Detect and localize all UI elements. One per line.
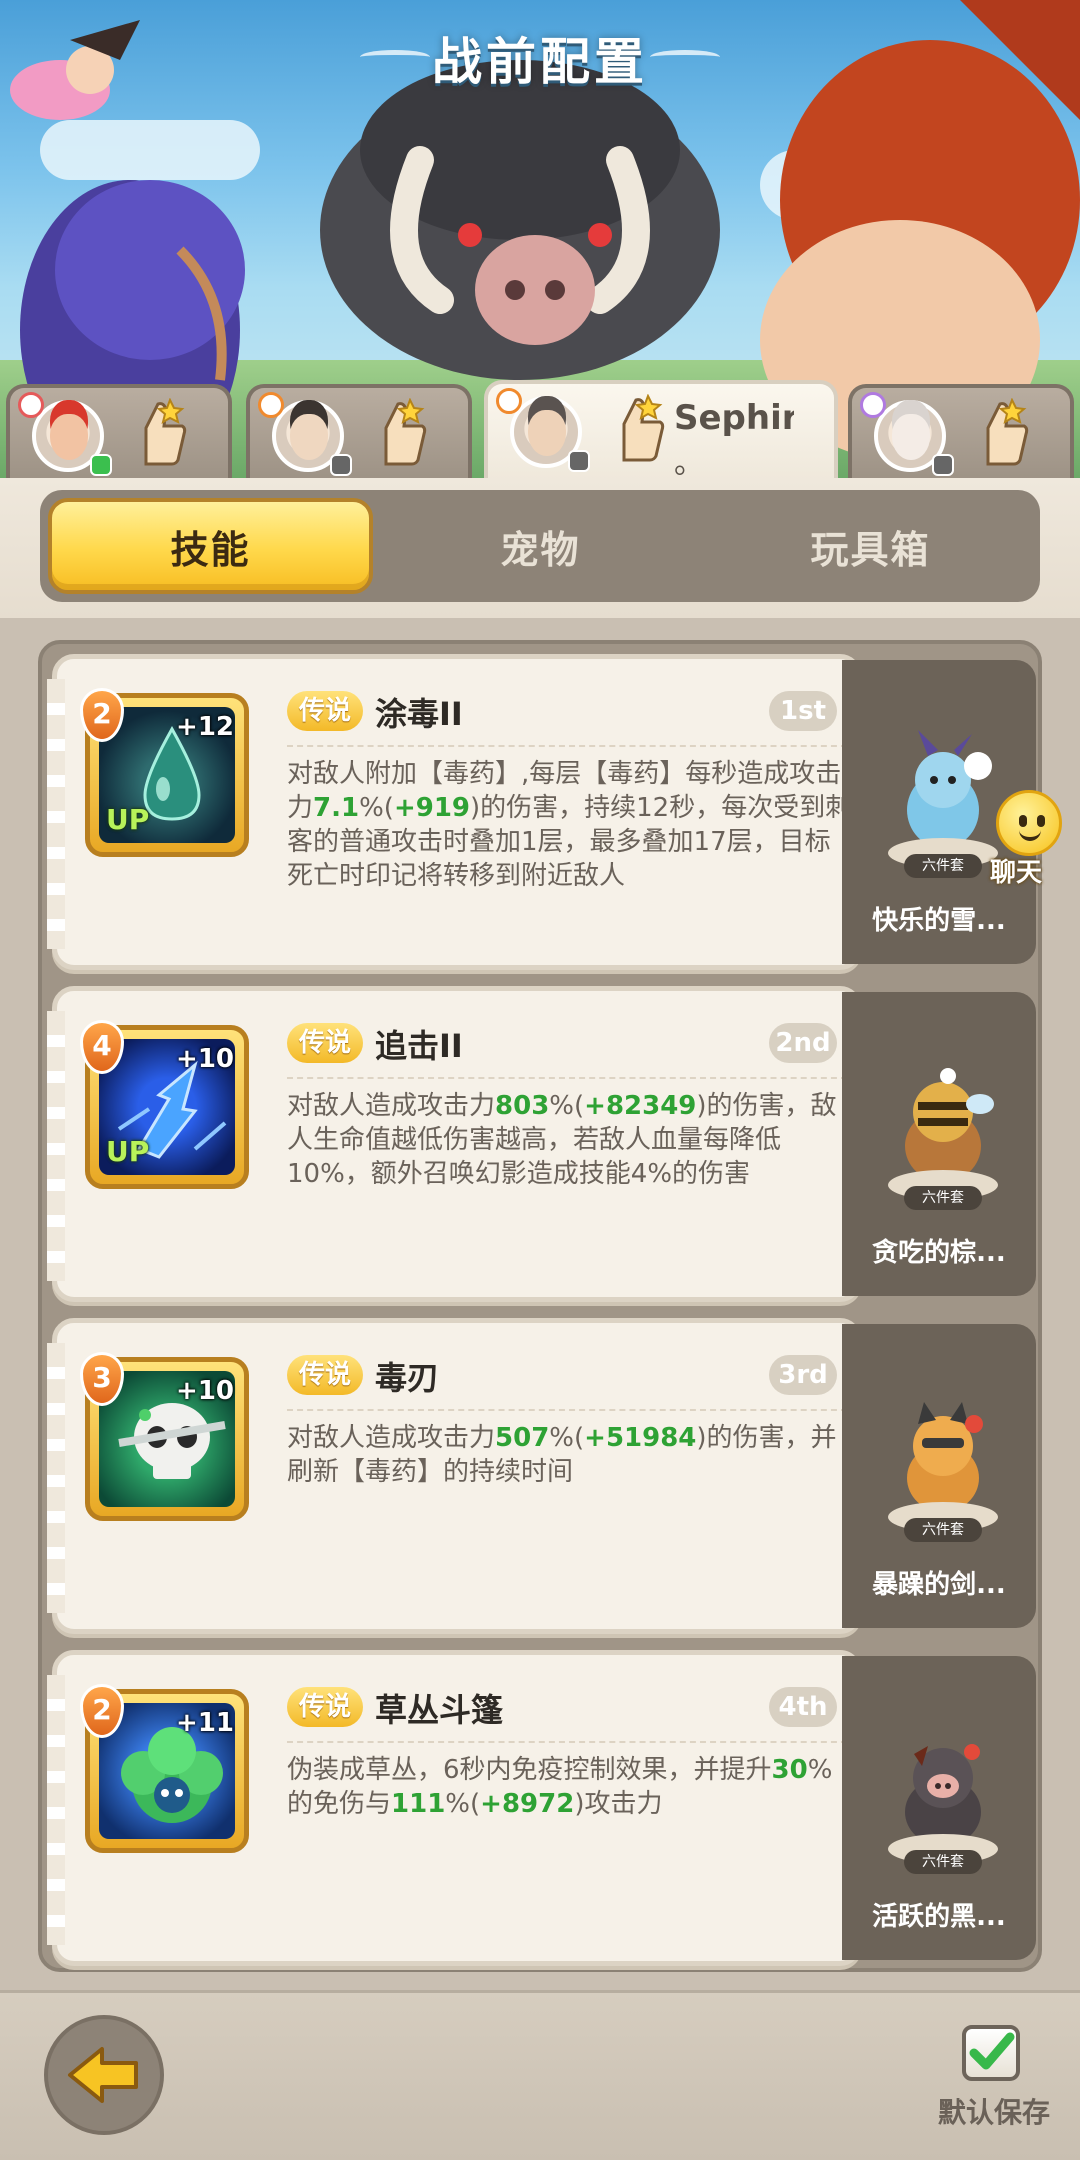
- voice-chat-icon: [90, 454, 112, 476]
- pet-name: 贪吃的棕...: [872, 1238, 1006, 1268]
- skill-card[interactable]: 2 +12 UP 传说 涂毒II 1st 对敌人附加【毒药】,每层【毒药】每秒造…: [47, 654, 867, 970]
- thumbs-up-icon: [622, 394, 665, 462]
- skill-name: 草丛斗篷: [375, 1691, 504, 1729]
- back-button[interactable]: [44, 2015, 164, 2135]
- back-arrow-icon: [68, 2047, 138, 2103]
- tab-pets[interactable]: 宠物: [378, 498, 703, 594]
- rank-icon: [860, 392, 886, 418]
- skill-description: 对敌人附加【毒药】,每层【毒药】每秒造成攻击力7.1%(+919)的伤害，持续1…: [287, 759, 852, 891]
- pet-set-label: 六件套: [904, 1850, 982, 1874]
- bottom-bar: 默认保存: [0, 1990, 1080, 2160]
- skill-card[interactable]: 3 +10 传说 毒刃 3rd 对敌人造成攻击力507%(+51984)的伤害，…: [47, 1318, 867, 1634]
- skill-icon-frame[interactable]: 3 +10: [80, 1352, 249, 1521]
- rarity-badge: 传说: [287, 1355, 364, 1395]
- skill-row: 2 +11 传说 草丛斗篷 4th 伪装成草丛，6秒内免疫控制效果，并提升30%…: [47, 1650, 1036, 1966]
- skill-order-badge: 1st: [769, 691, 837, 731]
- rank-icon: [496, 388, 522, 414]
- skill-card[interactable]: 2 +11 传说 草丛斗篷 4th 伪装成草丛，6秒内免疫控制效果，并提升30%…: [47, 1650, 867, 1966]
- player-name: Sephir..: [674, 398, 794, 438]
- rank-icon: [18, 392, 44, 418]
- pet-set-label: 六件套: [904, 854, 982, 878]
- skill-description: 伪装成草丛，6秒内免疫控制效果，并提升30%的免伤与111%(+8972)攻击力: [287, 1755, 833, 1819]
- skill-icon-frame[interactable]: 2 +12 UP: [80, 688, 249, 857]
- default-save-label: 默认保存: [937, 2096, 1050, 2129]
- skill-order-badge: 3rd: [769, 1355, 837, 1395]
- category-tab-bar: 技能 宠物 玩具箱: [0, 478, 1080, 618]
- voice-chat-icon: [932, 454, 954, 476]
- player-tab-4[interactable]: [848, 384, 1074, 480]
- pet-slot[interactable]: 六件套 活跃的黑...: [842, 1656, 1036, 1960]
- skill-name: 涂毒II: [375, 695, 463, 733]
- player-tab-3[interactable]: Sephir.. 。: [484, 380, 838, 481]
- skill-upgrade-label: UP: [106, 803, 150, 836]
- skill-row: 4 +10 UP 传说 追击II 2nd 对敌人造成攻击力803%(+82349…: [47, 986, 1036, 1302]
- page-title: 战前配置: [432, 33, 648, 91]
- thumbs-up-icon: [384, 398, 427, 466]
- skill-icon-frame[interactable]: 4 +10 UP: [80, 1020, 249, 1189]
- skill-plus-level: +11: [176, 1708, 234, 1738]
- skill-plus-level: +12: [176, 712, 234, 742]
- smiley-face-icon: [996, 790, 1062, 856]
- skill-name: 追击II: [375, 1027, 463, 1065]
- pet-slot[interactable]: 六件套 贪吃的棕...: [842, 992, 1036, 1296]
- player-name-line2: 。: [674, 446, 704, 481]
- skill-description: 对敌人造成攻击力803%(+82349)的伤害，敌人生命值越低伤害越高，若敌人血…: [287, 1091, 837, 1189]
- rarity-badge: 传说: [287, 1687, 364, 1727]
- pet-set-label: 六件套: [904, 1186, 982, 1210]
- voice-chat-icon: [330, 454, 352, 476]
- skill-order-badge: 4th: [769, 1687, 837, 1727]
- skill-name: 毒刃: [375, 1359, 440, 1397]
- pet-name: 暴躁的剑...: [872, 1570, 1006, 1600]
- checkbox-checked-icon[interactable]: [962, 2025, 1020, 2081]
- player-tab-2[interactable]: [246, 384, 472, 480]
- rarity-badge: 传说: [287, 691, 364, 731]
- skill-upgrade-label: UP: [106, 1135, 150, 1168]
- skill-row: 3 +10 传说 毒刃 3rd 对敌人造成攻击力507%(+51984)的伤害，…: [47, 1318, 1036, 1634]
- rarity-badge: 传说: [287, 1023, 364, 1063]
- chat-label: 聊天: [990, 858, 1043, 888]
- thumbs-up-icon: [144, 398, 187, 466]
- skill-card[interactable]: 4 +10 UP 传说 追击II 2nd 对敌人造成攻击力803%(+82349…: [47, 986, 867, 1302]
- rank-icon: [258, 392, 284, 418]
- skill-order-badge: 2nd: [769, 1023, 837, 1063]
- thumbs-up-icon: [986, 398, 1029, 466]
- skill-description: 对敌人造成攻击力507%(+51984)的伤害，并刷新【毒药】的持续时间: [287, 1423, 837, 1487]
- pet-name: 快乐的雪...: [872, 906, 1006, 936]
- pet-set-label: 六件套: [904, 1518, 982, 1542]
- player-tabs: Sephir.. 。: [0, 380, 1080, 481]
- skill-icon-frame[interactable]: 2 +11: [80, 1684, 249, 1853]
- pet-slot[interactable]: 六件套 暴躁的剑...: [842, 1324, 1036, 1628]
- skill-plus-level: +10: [176, 1376, 234, 1406]
- chat-button[interactable]: 聊天: [990, 790, 1070, 888]
- skill-list[interactable]: 2 +12 UP 传说 涂毒II 1st 对敌人附加【毒药】,每层【毒药】每秒造…: [38, 640, 1042, 1972]
- skill-plus-level: +10: [176, 1044, 234, 1074]
- pet-name: 活跃的黑...: [872, 1902, 1006, 1932]
- player-tab-1[interactable]: [6, 384, 232, 480]
- default-save-toggle[interactable]: 默认保存: [934, 2025, 1054, 2135]
- tab-toybox[interactable]: 玩具箱: [708, 498, 1033, 594]
- skill-row: 2 +12 UP 传说 涂毒II 1st 对敌人附加【毒药】,每层【毒药】每秒造…: [47, 654, 1036, 970]
- voice-chat-icon: [568, 450, 590, 472]
- tab-skills[interactable]: 技能: [48, 498, 373, 594]
